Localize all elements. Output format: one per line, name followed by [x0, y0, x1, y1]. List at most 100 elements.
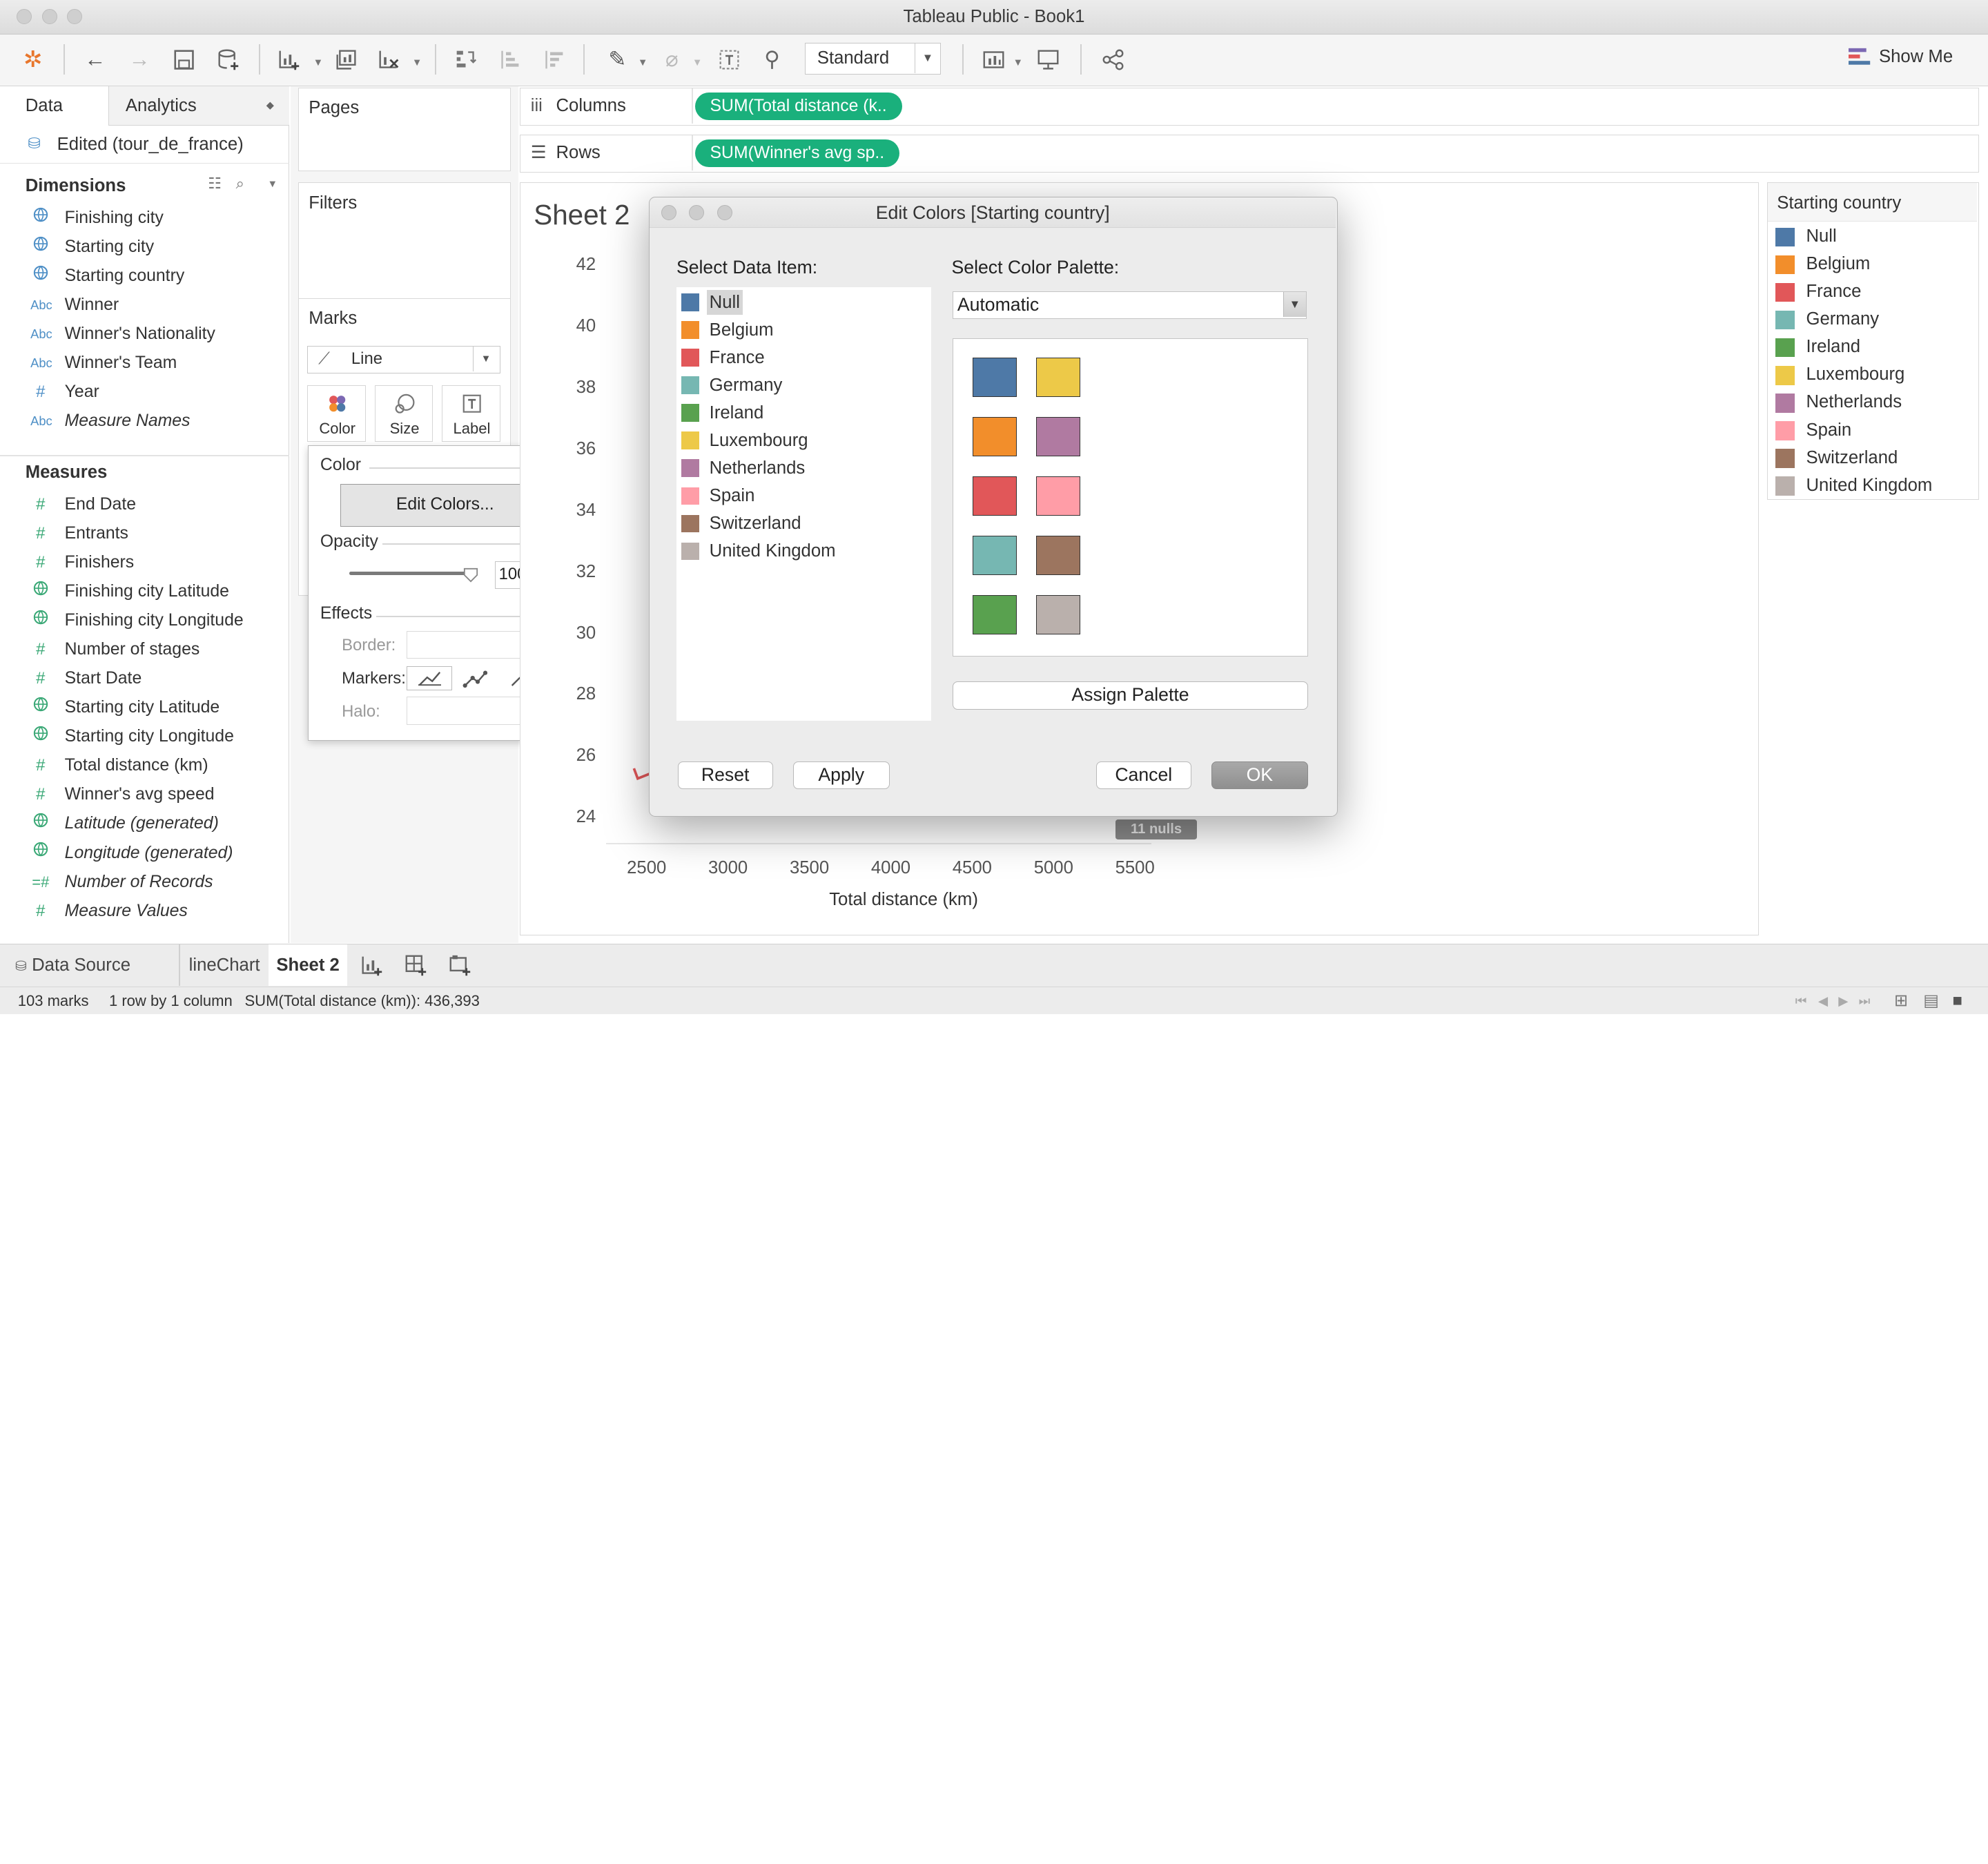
clear-sheet-icon[interactable] [374, 44, 405, 75]
field-item[interactable]: Longitude (generated) [0, 839, 289, 867]
field-item[interactable]: # Measure Values [0, 897, 289, 925]
size-button[interactable]: Size [374, 385, 433, 443]
field-item[interactable]: # Number of stages [0, 636, 289, 663]
palette-select[interactable]: Automatic ▼ [953, 291, 1307, 319]
palette-swatch[interactable] [972, 594, 1017, 634]
palette-swatch[interactable] [972, 476, 1017, 516]
sort-descending-icon[interactable] [539, 44, 569, 75]
first-page-icon[interactable]: ⏮ [1795, 987, 1807, 1014]
field-item[interactable]: Starting city Longitude [0, 723, 289, 750]
field-item[interactable]: # Entrants [0, 520, 289, 547]
ok-button[interactable]: OK [1211, 761, 1308, 790]
field-item[interactable]: Starting country [0, 262, 289, 290]
cancel-button[interactable]: Cancel [1095, 761, 1191, 790]
datasource-row[interactable]: ⛁ Edited (tour_de_france) [0, 126, 289, 164]
field-item[interactable]: # Finishers [0, 549, 289, 576]
field-item[interactable]: # Start Date [0, 665, 289, 692]
assign-palette-button[interactable]: Assign Palette [953, 681, 1308, 710]
pages-card[interactable]: Pages [298, 87, 511, 171]
columns-pill[interactable]: SUM(Total distance (k.. [694, 93, 902, 121]
opacity-slider-track[interactable] [349, 571, 476, 575]
field-item[interactable]: Abc Winner's Nationality [0, 320, 289, 348]
show-mark-labels-icon[interactable] [714, 44, 744, 75]
field-item[interactable]: # Year [0, 378, 289, 406]
view-size-select[interactable]: Standard ▼ [805, 43, 941, 75]
rows-pill[interactable]: SUM(Winner's avg sp.. [694, 139, 900, 168]
palette-swatch[interactable] [1035, 476, 1080, 516]
new-worksheet-icon[interactable] [274, 44, 304, 75]
fix-axes-pin-icon[interactable]: ⚲ [757, 44, 788, 75]
field-item[interactable]: Finishing city Latitude [0, 578, 289, 605]
label-button[interactable]: Label [442, 385, 500, 443]
field-item[interactable]: # Winner's avg speed [0, 781, 289, 808]
field-item[interactable]: # End Date [0, 491, 289, 518]
zoom-window-button[interactable] [67, 8, 83, 24]
save-icon[interactable] [168, 44, 199, 75]
chevron-down-icon[interactable]: ▼ [268, 179, 278, 190]
last-page-icon[interactable]: ⏭ [1859, 987, 1871, 1014]
group-members-icon[interactable]: ⌀ [656, 44, 687, 75]
pages-card-title: Pages [309, 98, 360, 118]
undo-icon[interactable]: ← [80, 44, 110, 75]
mark-type-select[interactable]: ⟋ Line ▼ [307, 345, 500, 373]
field-item[interactable]: Finishing city Longitude [0, 607, 289, 634]
field-item[interactable]: Starting city Latitude [0, 694, 289, 721]
new-worksheet-tab-icon[interactable] [360, 954, 383, 982]
palette-swatch[interactable] [972, 417, 1017, 456]
markers-all-option[interactable] [462, 670, 488, 694]
presentation-mode-icon[interactable] [1033, 44, 1064, 75]
field-item[interactable]: Finishing city [0, 204, 289, 232]
palette-swatch[interactable] [972, 535, 1017, 575]
dialog-close-button[interactable] [661, 204, 676, 220]
view-list-icon[interactable]: ☷ [208, 175, 222, 193]
new-datasource-icon[interactable] [213, 44, 244, 75]
tab-data[interactable]: Data [0, 86, 109, 126]
field-item[interactable]: =# Number of Records [0, 868, 289, 896]
highlight-icon[interactable]: ✎ [602, 44, 632, 75]
dialog-zoom-button[interactable] [717, 204, 732, 220]
data-source-tab[interactable]: ⛁ Data Source [8, 944, 138, 987]
new-dashboard-tab-icon[interactable] [405, 954, 427, 982]
palette-swatch[interactable] [972, 358, 1017, 398]
sort-ascending-icon[interactable] [494, 44, 525, 75]
field-item[interactable]: Starting city [0, 233, 289, 261]
fit-icon[interactable] [979, 44, 1009, 75]
filmstrip-icon[interactable]: ▤ [1923, 987, 1939, 1014]
tab-sheet-2[interactable]: Sheet 2 [269, 944, 347, 987]
field-item[interactable]: Abc Winner [0, 291, 289, 319]
close-window-button[interactable] [16, 8, 32, 24]
tableau-logo-icon[interactable]: ✲ [18, 44, 48, 75]
tab-analytics[interactable]: Analytics ◆ [108, 86, 289, 126]
nulls-indicator[interactable]: 11 nulls [1115, 819, 1197, 839]
dialog-minimize-button[interactable] [689, 204, 705, 220]
color-button[interactable]: Color [307, 385, 366, 443]
field-item[interactable]: Abc Winner's Team [0, 349, 289, 377]
search-icon[interactable]: ⌕ [236, 175, 244, 193]
tab-linechart[interactable]: lineChart [182, 944, 268, 987]
duplicate-sheet-icon[interactable] [331, 44, 361, 75]
minimize-window-button[interactable] [41, 8, 57, 24]
palette-swatch[interactable] [1035, 594, 1080, 634]
swap-rows-columns-icon[interactable] [450, 44, 480, 75]
palette-swatch[interactable] [1035, 417, 1080, 456]
chevron-down-icon[interactable]: ▼ [915, 43, 940, 73]
apply-button[interactable]: Apply [792, 761, 890, 790]
new-story-tab-icon[interactable] [449, 954, 471, 982]
field-item[interactable]: # Total distance (km) [0, 752, 289, 779]
opacity-slider-handle[interactable] [463, 565, 478, 583]
redo-icon[interactable]: → [124, 44, 155, 75]
sheet-sorter-icon[interactable]: ⊞ [1894, 987, 1908, 1014]
tabs-view-icon[interactable]: ■ [1953, 987, 1962, 1014]
field-item[interactable]: Abc Measure Names [0, 407, 289, 435]
palette-swatch[interactable] [1035, 358, 1080, 398]
field-item[interactable]: Latitude (generated) [0, 810, 289, 837]
share-icon[interactable] [1098, 44, 1129, 75]
edit-colors-button[interactable]: Edit Colors... [340, 483, 550, 527]
palette-swatch[interactable] [1035, 535, 1080, 575]
next-page-icon[interactable]: ▶ [1838, 987, 1848, 1014]
prev-page-icon[interactable]: ◀ [1818, 987, 1828, 1014]
show-me-button[interactable]: Show Me [1848, 47, 1953, 67]
reset-button[interactable]: Reset [677, 761, 773, 790]
markers-none-option[interactable] [406, 666, 452, 691]
data-item-list[interactable]: Null Belgium France Germany Ireland Luxembour… [676, 287, 932, 721]
